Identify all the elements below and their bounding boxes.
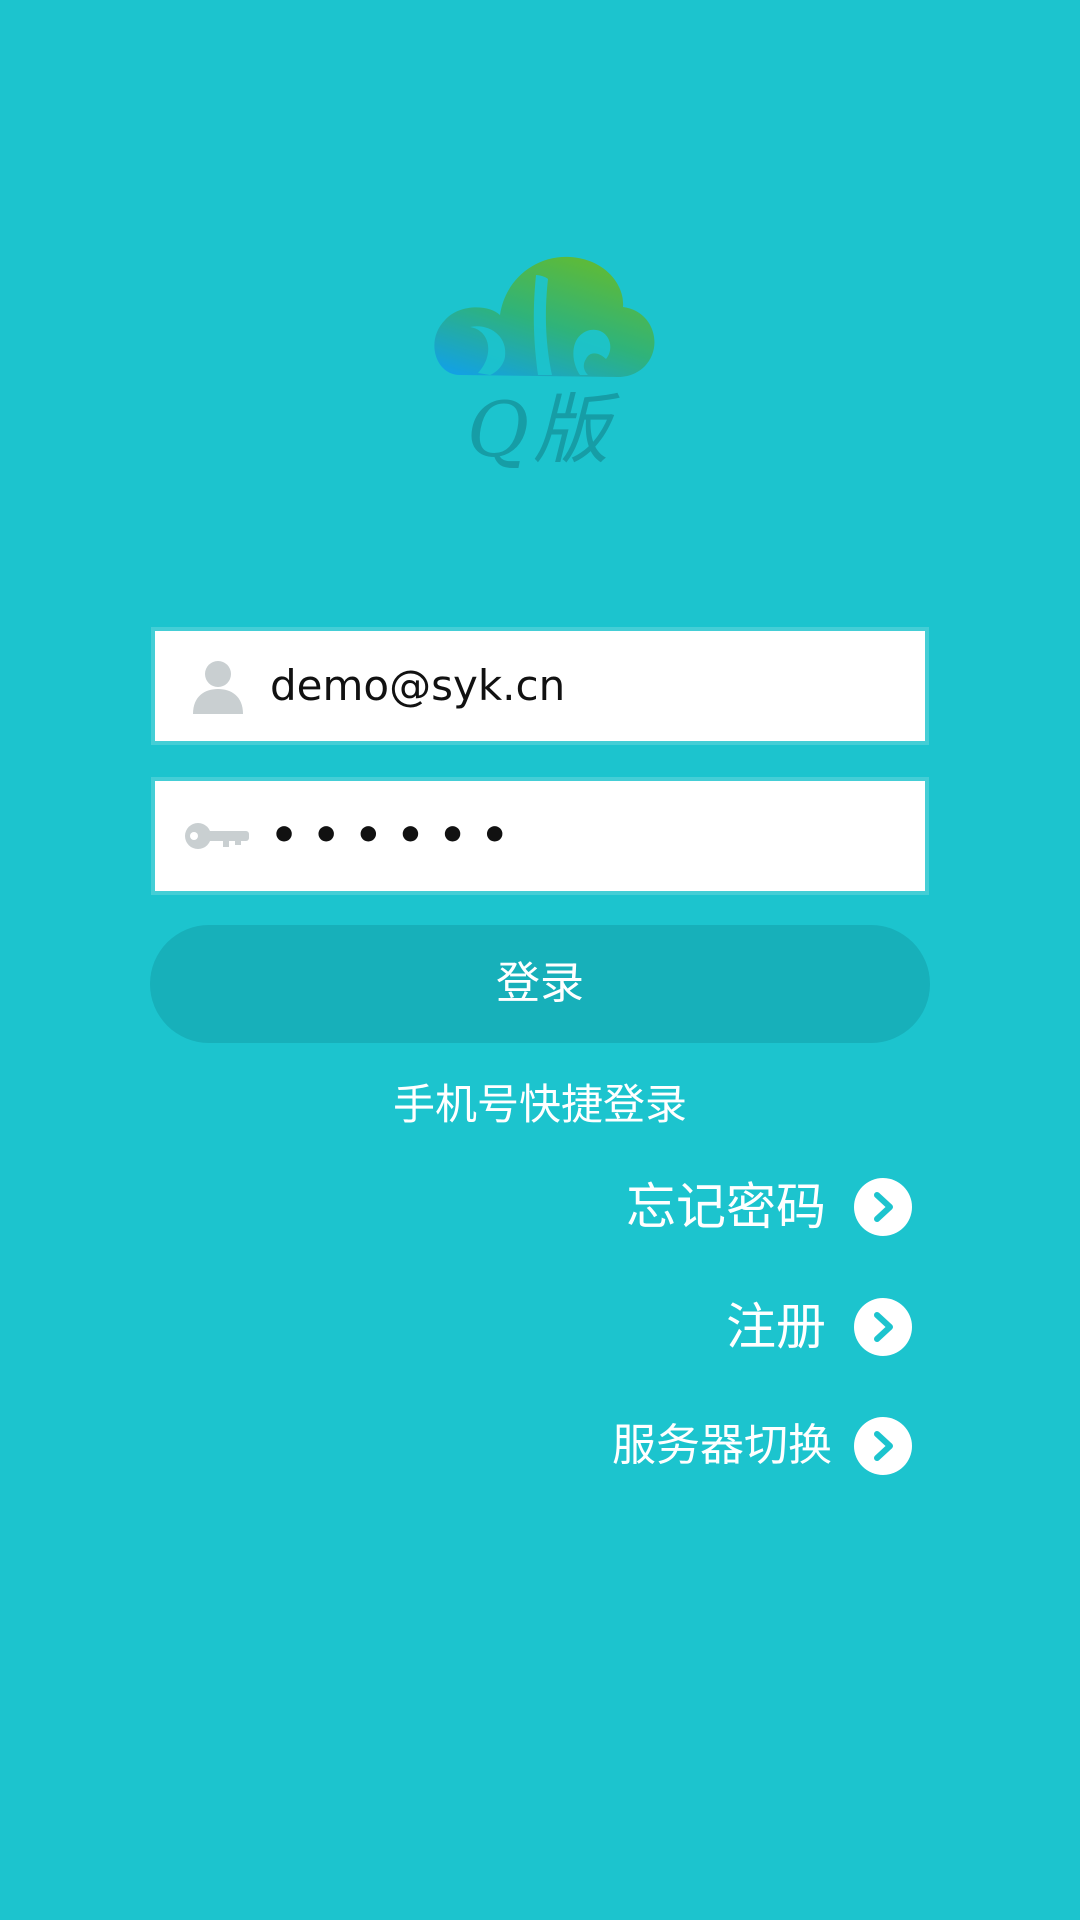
- server-switch-label: 服务器切换: [612, 1420, 832, 1471]
- key-icon: [183, 806, 253, 866]
- register-link[interactable]: 注册: [726, 1287, 912, 1367]
- phone-quick-login-link[interactable]: 手机号快捷登录: [290, 1070, 790, 1140]
- login-screen: Q版 demo@syk.cn •••••• 登录 手机号快捷登录 忘记密码 注册…: [0, 0, 1080, 1920]
- password-input[interactable]: ••••••: [270, 781, 905, 891]
- forgot-password-link[interactable]: 忘记密码: [626, 1167, 912, 1247]
- username-field[interactable]: demo@syk.cn: [155, 631, 925, 741]
- server-switch-link[interactable]: 服务器切换: [612, 1406, 912, 1486]
- login-button[interactable]: 登录: [150, 925, 930, 1043]
- forgot-password-label: 忘记密码: [626, 1178, 826, 1236]
- chevron-right-icon: [854, 1417, 912, 1475]
- chevron-right-icon: [854, 1178, 912, 1236]
- username-input[interactable]: demo@syk.cn: [270, 631, 905, 741]
- password-field[interactable]: ••••••: [155, 781, 925, 891]
- user-icon: [183, 656, 253, 716]
- chevron-right-icon: [854, 1298, 912, 1356]
- logo-caption: Q版: [466, 385, 614, 474]
- register-label: 注册: [726, 1298, 826, 1356]
